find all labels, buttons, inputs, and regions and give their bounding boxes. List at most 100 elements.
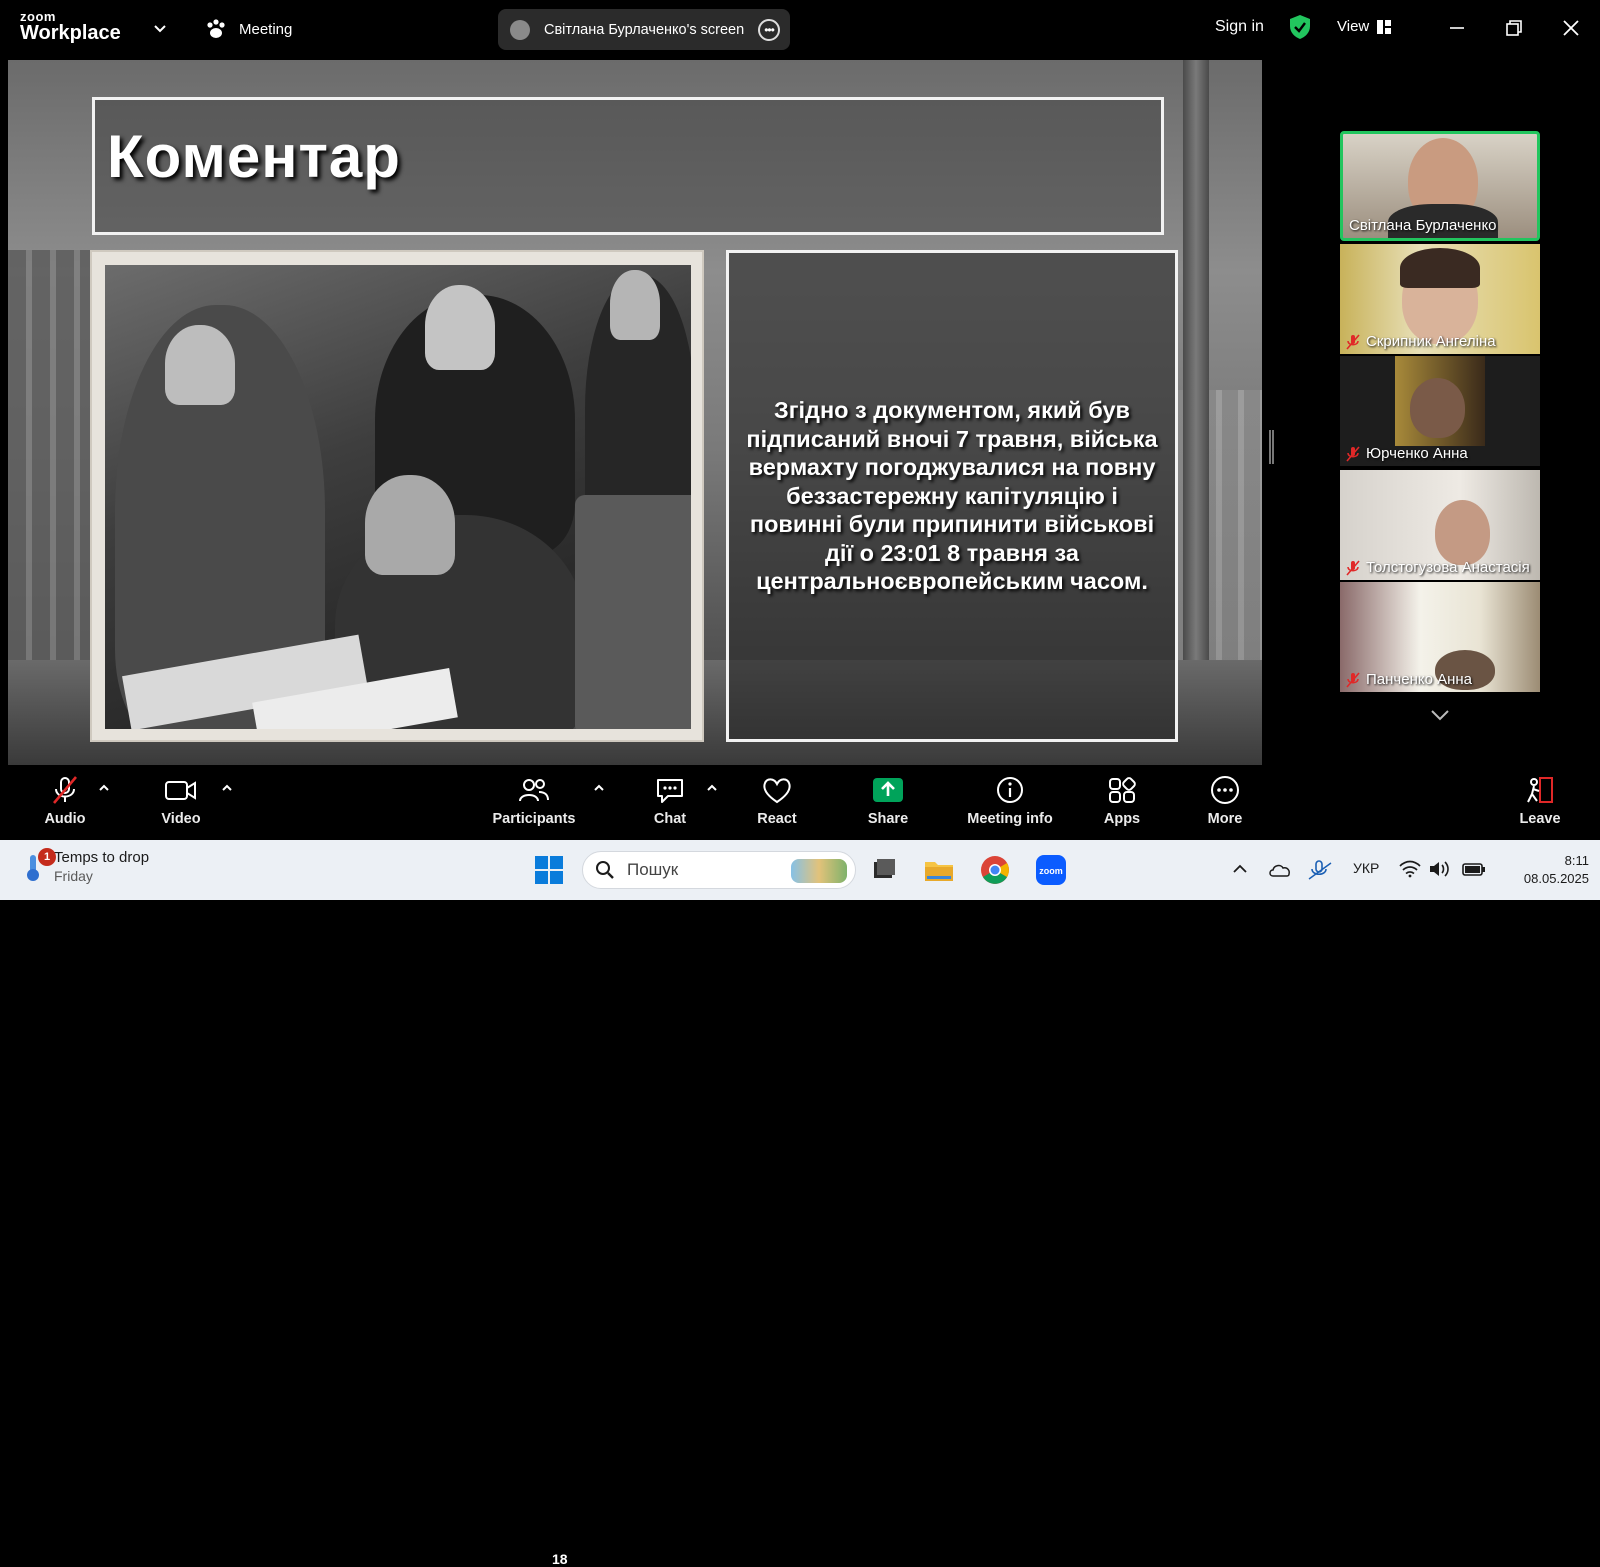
panel-resize-handle[interactable]	[1269, 430, 1274, 464]
clock-date: 08.05.2025	[1523, 871, 1589, 886]
keyboard-language[interactable]: УКР	[1353, 860, 1379, 876]
microphone-tray-icon[interactable]	[1307, 859, 1333, 881]
view-menu[interactable]: View	[1337, 18, 1392, 35]
close-icon[interactable]	[1557, 14, 1585, 42]
brand-big: Workplace	[20, 22, 121, 44]
search-highlight-image	[791, 859, 847, 883]
participant-tile[interactable]: Скрипник Ангеліна	[1340, 244, 1540, 354]
historical-photo-frame	[90, 250, 704, 742]
windows-taskbar: 1 Temps to drop Friday Пошук zoom УКР 8:…	[0, 840, 1600, 900]
presenter-avatar	[510, 19, 530, 40]
caret-up-icon[interactable]	[592, 782, 606, 794]
sign-in-link[interactable]: Sign in	[1215, 18, 1264, 36]
meeting-menu[interactable]: Meeting	[205, 18, 292, 40]
chrome-icon[interactable]	[979, 854, 1011, 886]
weather-widget[interactable]: 1 Temps to drop Friday	[22, 847, 150, 884]
more-dots-icon	[1211, 776, 1239, 804]
weather-subtitle: Friday	[54, 868, 93, 884]
photo-face	[425, 285, 495, 370]
caret-up-icon[interactable]	[705, 782, 719, 794]
apps-label: Apps	[1103, 811, 1141, 827]
chat-bubble-icon	[657, 779, 683, 803]
participant-video	[1410, 378, 1465, 438]
mic-muted-icon	[53, 776, 77, 804]
restore-icon[interactable]	[1500, 14, 1528, 42]
react-button[interactable]: React	[752, 765, 802, 840]
more-options-icon[interactable]: •••	[758, 19, 780, 41]
participant-tile[interactable]: Юрченко Анна	[1340, 356, 1540, 466]
participants-count: 18	[552, 1551, 568, 1567]
participant-tile[interactable]: Панченко Анна	[1340, 582, 1540, 692]
mic-muted-icon	[1346, 333, 1360, 350]
mic-muted-icon	[1346, 445, 1360, 462]
video-button[interactable]: Video	[155, 765, 207, 840]
shared-screen: Коментар Згідно з документом, який був п…	[8, 60, 1262, 765]
share-button[interactable]: Share	[862, 765, 914, 840]
tray-chevron-up-icon[interactable]	[1232, 862, 1248, 876]
leave-label: Leave	[1519, 811, 1561, 827]
search-icon	[596, 861, 614, 879]
svg-text:zoom: zoom	[1039, 866, 1063, 876]
caret-up-icon[interactable]	[220, 782, 234, 794]
leave-button[interactable]: Leave	[1515, 765, 1565, 840]
clock-time: 8:11	[1564, 853, 1589, 868]
participants-label: Participants	[492, 811, 576, 827]
participants-button[interactable]: Participants	[490, 765, 578, 840]
photo-chair	[575, 495, 691, 729]
system-clock[interactable]: 8:11 08.05.2025	[1505, 852, 1589, 888]
info-icon	[997, 777, 1023, 803]
file-explorer-icon[interactable]	[923, 854, 955, 886]
participants-icon	[519, 779, 549, 802]
chevron-down-icon[interactable]	[1429, 707, 1451, 723]
meeting-info-button[interactable]: Meeting info	[962, 765, 1058, 840]
chat-label: Chat	[653, 811, 687, 827]
weather-badge: 1	[38, 847, 56, 866]
top-bar: zoom Workplace Meeting Світлана Бурлачен…	[0, 0, 1600, 60]
minimize-icon[interactable]	[1443, 14, 1471, 42]
security-shield-icon[interactable]	[1288, 14, 1312, 40]
weather-title: Temps to drop	[54, 849, 150, 866]
chevron-down-icon[interactable]	[152, 20, 168, 36]
heart-icon	[763, 778, 791, 804]
audio-button[interactable]: Audio	[40, 765, 90, 840]
screen-share-title: Світлана Бурлаченко's screen	[544, 21, 745, 38]
apps-icon	[1109, 777, 1136, 803]
windows-start-icon[interactable]	[535, 856, 563, 884]
participant-name: Юрченко Анна	[1346, 445, 1468, 462]
view-label: View	[1337, 18, 1370, 35]
participant-name: Толстогузова Анастасія	[1346, 559, 1530, 576]
leave-door-icon	[1527, 777, 1553, 803]
share-screen-icon	[873, 778, 903, 802]
battery-icon[interactable]	[1462, 860, 1486, 878]
slide-body-text: Згідно з документом, який був підписаний…	[746, 397, 1158, 595]
participant-name: Панченко Анна	[1346, 671, 1472, 688]
participant-tile[interactable]: Толстогузова Анастасія	[1340, 470, 1540, 580]
chat-button[interactable]: Chat	[645, 765, 695, 840]
zoom-app-icon[interactable]: zoom	[1035, 854, 1067, 886]
participant-video	[1400, 248, 1480, 288]
video-camera-icon	[165, 781, 196, 800]
onedrive-icon[interactable]	[1268, 860, 1292, 880]
share-label: Share	[867, 811, 909, 827]
more-label: More	[1207, 811, 1243, 827]
photo-face	[165, 325, 235, 405]
react-label: React	[757, 811, 797, 827]
photo-face	[365, 475, 455, 575]
wifi-icon[interactable]	[1399, 860, 1421, 878]
zoom-workplace-logo[interactable]: zoom Workplace	[20, 10, 121, 43]
photo-face	[610, 270, 660, 340]
apps-button[interactable]: Apps	[1097, 765, 1147, 840]
grid-view-icon	[1377, 19, 1392, 34]
caret-up-icon[interactable]	[97, 782, 111, 794]
background-building	[8, 250, 103, 670]
slide-title: Коментар	[107, 123, 401, 190]
meeting-label: Meeting	[239, 20, 293, 38]
more-button[interactable]: More	[1200, 765, 1250, 840]
task-view-icon[interactable]	[868, 854, 900, 886]
volume-icon[interactable]	[1428, 860, 1450, 878]
taskbar-search[interactable]: Пошук	[582, 851, 856, 889]
participant-tile[interactable]: Світлана Бурлаченко	[1340, 131, 1540, 241]
mic-muted-icon	[1346, 671, 1360, 688]
screen-share-pill[interactable]: Світлана Бурлаченко's screen •••	[498, 9, 790, 50]
search-placeholder: Пошук	[627, 860, 679, 879]
